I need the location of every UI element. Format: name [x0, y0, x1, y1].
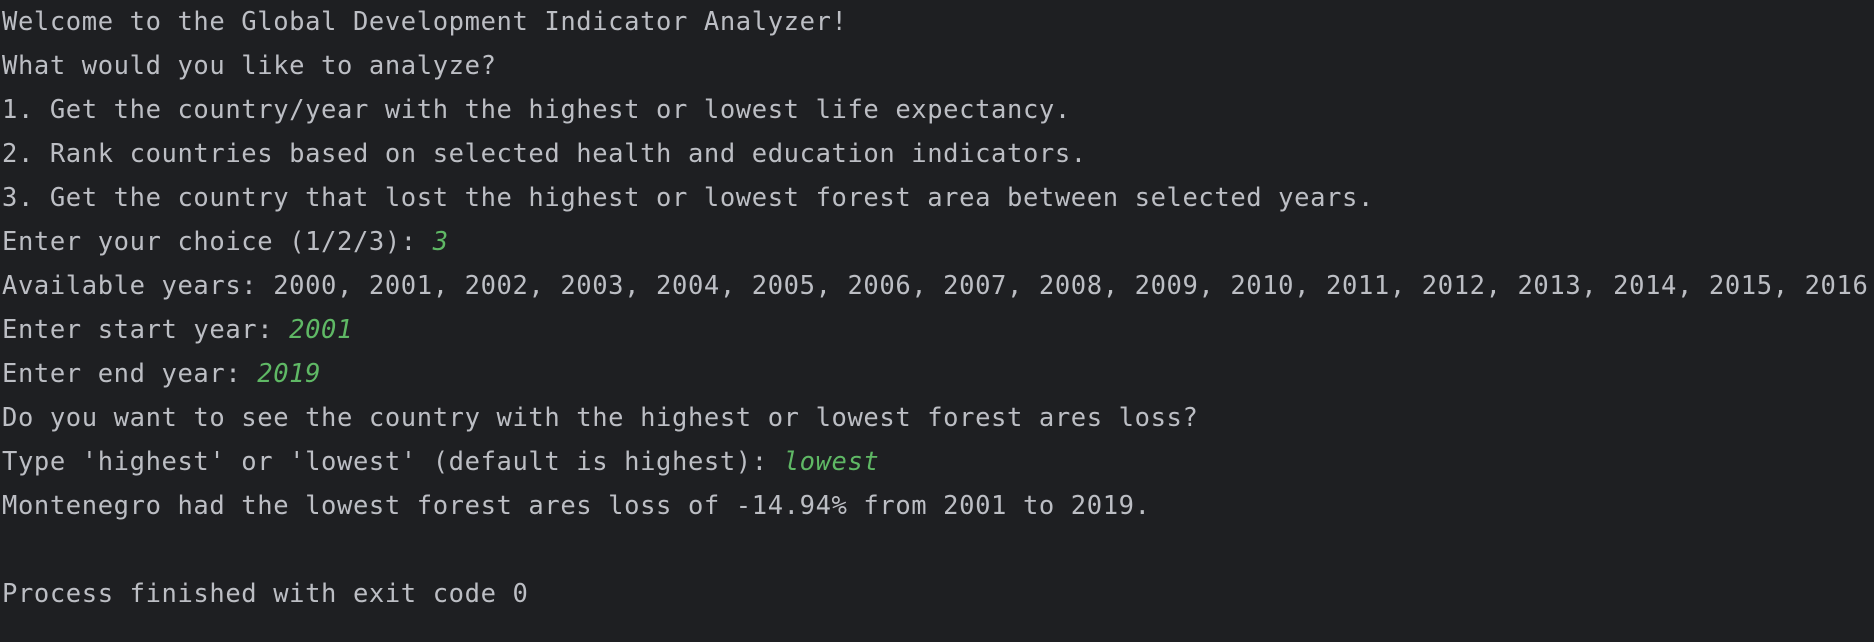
console-line-exit-code: Process finished with exit code 0	[2, 579, 529, 609]
console-line-welcome: Welcome to the Global Development Indica…	[2, 7, 848, 37]
choice-prompt: Enter your choice (1/2/3):	[2, 227, 433, 257]
console-line-mode-question: Do you want to see the country with the …	[2, 403, 1199, 433]
choice-input: 3	[432, 227, 449, 257]
console-line-option-1: 1. Get the country/year with the highest…	[2, 95, 1071, 125]
console-line-mode: Type 'highest' or 'lowest' (default is h…	[0, 440, 1874, 484]
start-year-input: 2001	[289, 315, 353, 345]
console-line-option-3: 3. Get the country that lost the highest…	[2, 183, 1374, 213]
console-line-option-2: 2. Rank countries based on selected heal…	[2, 139, 1087, 169]
run-console-output[interactable]: Welcome to the Global Development Indica…	[0, 0, 1874, 642]
end-year-prompt: Enter end year:	[2, 359, 258, 389]
console-line-question: What would you like to analyze?	[2, 51, 497, 81]
mode-prompt: Type 'highest' or 'lowest' (default is h…	[2, 447, 784, 477]
start-year-prompt: Enter start year:	[2, 315, 290, 345]
console-line-start-year: Enter start year: 2001	[0, 308, 1874, 352]
console-line-available-years: Available years: 2000, 2001, 2002, 2003,…	[2, 271, 1869, 301]
console-line-choice: Enter your choice (1/2/3): 3	[0, 220, 1874, 264]
console-line-result: Montenegro had the lowest forest ares lo…	[2, 491, 1151, 521]
end-year-input: 2019	[257, 359, 322, 389]
console-line-end-year: Enter end year: 2019	[0, 352, 1874, 396]
mode-input: lowest	[783, 447, 880, 477]
